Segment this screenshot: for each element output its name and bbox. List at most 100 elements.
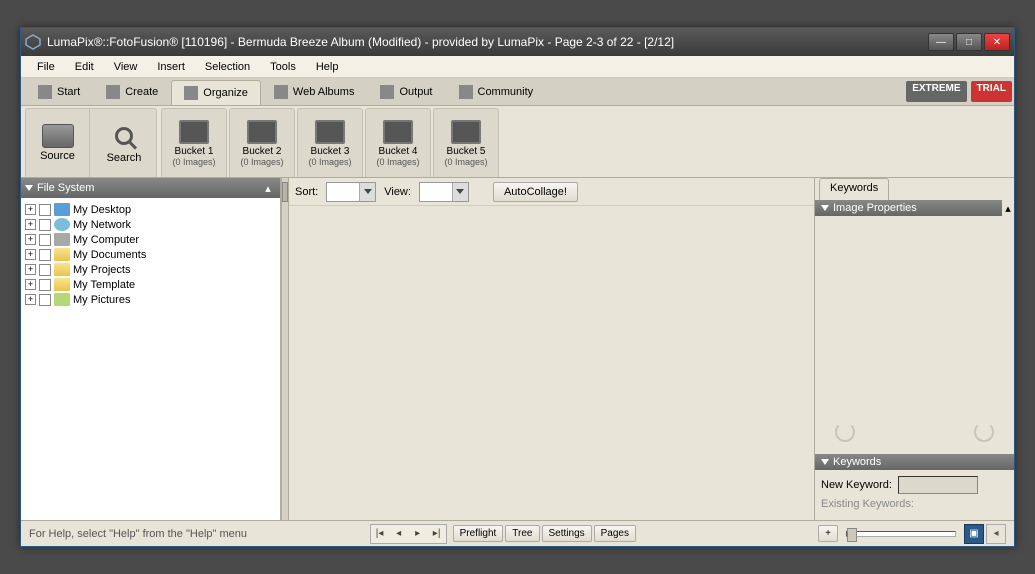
close-button[interactable]: ✕ [984,33,1010,51]
expander-icon[interactable]: + [25,249,36,260]
expander-icon[interactable]: + [25,294,36,305]
slider-thumb[interactable] [847,528,857,542]
autocollage-button[interactable]: AutoCollage! [493,182,578,202]
left-panel: File System ▴ +My Desktop+My Network+My … [21,178,281,520]
maximize-button[interactable]: □ [956,33,982,51]
checkbox[interactable] [39,204,51,216]
panel-up-icon[interactable]: ▴ [260,180,276,196]
menu-view[interactable]: View [104,58,148,76]
zoom-slider[interactable] [846,531,956,537]
splitter-left[interactable] [281,178,289,520]
tree-item-my-network[interactable]: +My Network [25,217,276,232]
bucket-4[interactable]: Bucket 4(0 Images) [365,108,431,177]
chevron-down-icon [452,183,468,201]
add-button[interactable]: + [818,525,838,542]
tree-item-my-projects[interactable]: +My Projects [25,262,276,277]
bucket-5[interactable]: Bucket 5(0 Images) [433,108,499,177]
expander-icon[interactable]: + [25,264,36,275]
tab-community[interactable]: Community [446,78,547,105]
grid-icon [38,85,52,99]
disk-icon[interactable]: ▣ [964,524,984,544]
scroll-up-button[interactable]: ▴ [1002,200,1014,216]
image-properties-header[interactable]: Image Properties [815,200,1002,216]
checkbox[interactable] [39,279,51,291]
drive-icon [42,124,74,148]
tree-item-my-computer[interactable]: +My Computer [25,232,276,247]
status-help-text: For Help, select "Help" from the "Help" … [29,528,370,540]
menu-file[interactable]: File [27,58,65,76]
next-page-button[interactable]: ▸ [409,525,427,543]
collapse-icon [821,459,829,465]
tab-organize[interactable]: Organize [171,80,261,105]
tree-item-my-documents[interactable]: +My Documents [25,247,276,262]
file-system-header[interactable]: File System ▴ [21,178,280,198]
expander-icon[interactable]: + [25,279,36,290]
main-tabs: StartCreateOrganizeWeb AlbumsOutputCommu… [21,78,1014,106]
checkbox[interactable] [39,249,51,261]
redo-icon[interactable] [974,422,994,442]
bucket-icon [179,120,209,144]
search-button[interactable]: Search [92,109,156,177]
checkbox[interactable] [39,294,51,306]
view-dropdown[interactable] [419,182,469,202]
tree-button[interactable]: Tree [505,525,539,542]
first-page-button[interactable]: |◂ [371,525,389,543]
right-tabs: Keywords [815,178,1014,200]
menu-tools[interactable]: Tools [260,58,306,76]
app-icon [25,34,41,50]
preflight-button[interactable]: Preflight [453,525,504,542]
checkbox[interactable] [39,234,51,246]
minimize-button[interactable]: — [928,33,954,51]
list-icon [184,86,198,100]
properties-content [815,216,1014,454]
tab-create[interactable]: Create [93,78,171,105]
bucket-icon [451,120,481,144]
bucket-1[interactable]: Bucket 1(0 Images) [161,108,227,177]
keywords-header[interactable]: Keywords [815,454,1014,470]
expander-icon[interactable]: + [25,234,36,245]
menu-help[interactable]: Help [306,58,349,76]
menu-selection[interactable]: Selection [195,58,260,76]
folder-icon [54,293,70,306]
last-page-button[interactable]: ▸| [428,525,446,543]
collapse-panel-button[interactable]: ◂ [986,524,1006,544]
menu-edit[interactable]: Edit [65,58,104,76]
plus-icon [106,85,120,99]
trial-badge: TRIAL [971,81,1012,102]
collapse-icon [25,185,33,191]
bucket-3[interactable]: Bucket 3(0 Images) [297,108,363,177]
tab-web-albums[interactable]: Web Albums [261,78,368,105]
bucket-2[interactable]: Bucket 2(0 Images) [229,108,295,177]
window-controls: — □ ✕ [928,33,1010,51]
folder-icon [54,248,70,261]
thumbnail-area [289,206,814,520]
app-window: LumaPix®::FotoFusion® [110196] - Bermuda… [20,27,1015,547]
file-tree: +My Desktop+My Network+My Computer+My Do… [21,198,280,520]
sort-dropdown[interactable] [326,182,376,202]
tree-item-my-desktop[interactable]: +My Desktop [25,202,276,217]
statusbar: For Help, select "Help" from the "Help" … [21,520,1014,546]
sort-bar: Sort: View: AutoCollage! [289,178,814,206]
tree-item-my-pictures[interactable]: +My Pictures [25,292,276,307]
settings-button[interactable]: Settings [542,525,592,542]
toolbar: Source Search Bucket 1(0 Images)Bucket 2… [21,106,1014,178]
tree-item-my-template[interactable]: +My Template [25,277,276,292]
right-panel: Keywords Image Properties ▴ [814,178,1014,520]
checkbox[interactable] [39,219,51,231]
checkbox[interactable] [39,264,51,276]
menubar: FileEditViewInsertSelectionToolsHelp [21,56,1014,78]
prev-page-button[interactable]: ◂ [390,525,408,543]
expander-icon[interactable]: + [25,219,36,230]
new-keyword-input[interactable] [898,476,978,494]
tab-keywords[interactable]: Keywords [819,178,889,200]
album-icon [274,85,288,99]
view-label: View: [384,186,411,198]
expander-icon[interactable]: + [25,204,36,215]
source-button[interactable]: Source [26,109,90,177]
undo-icon[interactable] [835,422,855,442]
tab-start[interactable]: Start [25,78,93,105]
menu-insert[interactable]: Insert [147,58,195,76]
community-icon [459,85,473,99]
pages-button[interactable]: Pages [594,525,636,542]
tab-output[interactable]: Output [367,78,445,105]
